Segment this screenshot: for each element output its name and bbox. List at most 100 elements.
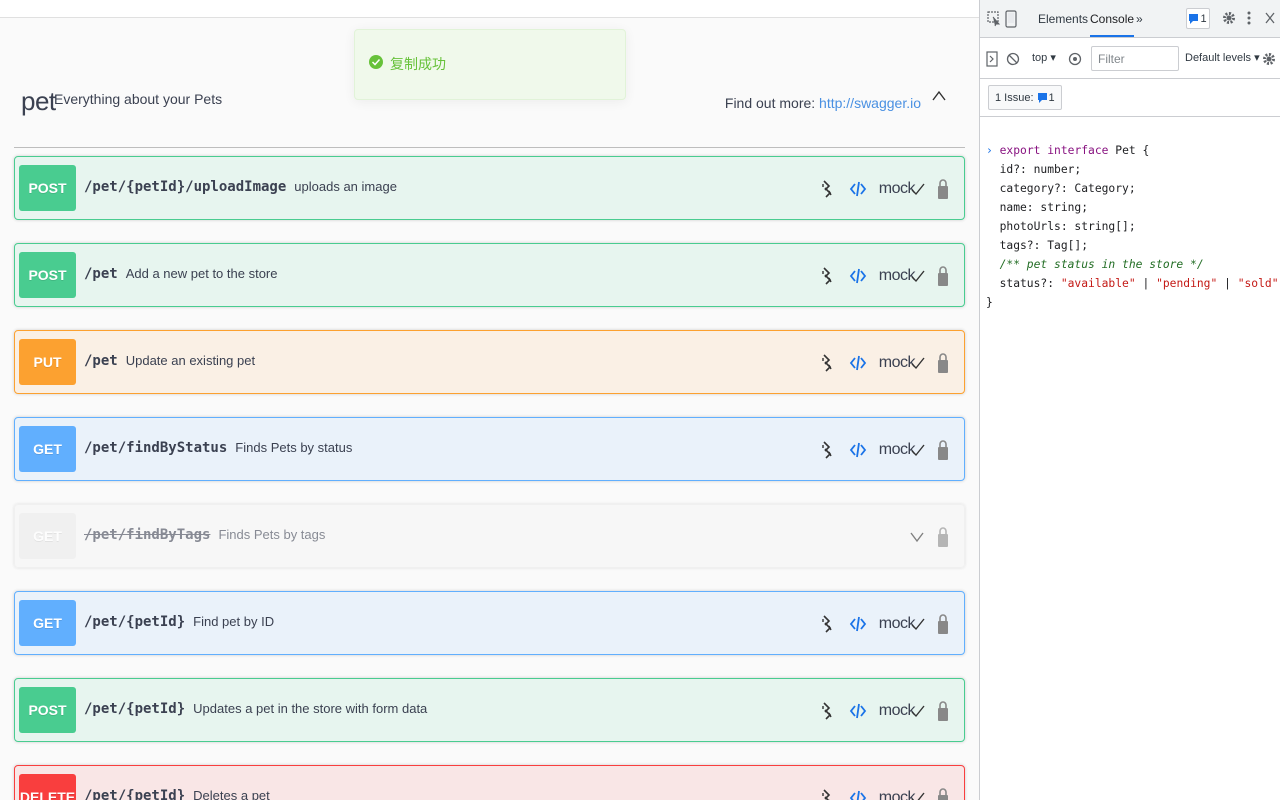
- console-line: name: string;: [986, 201, 1089, 214]
- path-text: /pet: [84, 266, 118, 282]
- settings-gear-icon[interactable]: [1222, 11, 1236, 25]
- method-badge: PUT: [19, 339, 76, 385]
- more-tabs-button[interactable]: »: [1136, 12, 1143, 26]
- operation-find-by-tags[interactable]: GET /pet/findByTags Finds Pets by tags: [14, 504, 965, 568]
- issues-badge-count: 1: [1048, 91, 1055, 104]
- mock-check-icon[interactable]: [911, 704, 925, 718]
- code-icon[interactable]: [847, 264, 869, 288]
- console-toolbar: top ▾ Filter Default levels ▾: [980, 39, 1280, 79]
- swagger-panel: pet Everything about your Pets Find out …: [0, 0, 980, 800]
- console-settings-gear-icon[interactable]: [1262, 52, 1276, 66]
- issues-button[interactable]: 1 Issue: 1: [988, 85, 1062, 110]
- mock-label[interactable]: mock: [879, 441, 916, 459]
- tab-console[interactable]: Console: [1090, 12, 1135, 37]
- issues-counter-button[interactable]: 1: [1186, 8, 1210, 29]
- log-levels-dropdown[interactable]: Default levels ▾: [1185, 51, 1260, 64]
- copy-link-icon[interactable]: [816, 177, 838, 201]
- copy-link-icon[interactable]: [816, 264, 838, 288]
- path-text: /pet/{petId}: [84, 788, 186, 800]
- code-icon[interactable]: [847, 177, 869, 201]
- code-icon[interactable]: [847, 699, 869, 723]
- console-line: /** pet status in the store */: [986, 258, 1204, 271]
- lock-icon[interactable]: [932, 786, 954, 800]
- context-value: top: [1032, 52, 1048, 64]
- lock-icon[interactable]: [932, 264, 954, 288]
- live-expression-eye-icon[interactable]: [1068, 52, 1082, 66]
- path-text: /pet: [84, 353, 118, 369]
- operation-get-pet-by-id[interactable]: GET /pet/{petId} Find pet by ID mock: [14, 591, 965, 655]
- copy-link-icon[interactable]: [816, 786, 838, 800]
- success-toast: 复制成功: [354, 29, 626, 100]
- devtools-tab-bar: Elements Console » 1: [980, 0, 1280, 38]
- copy-link-icon[interactable]: [816, 699, 838, 723]
- mock-label[interactable]: mock: [879, 180, 916, 198]
- operation-actions: mock: [807, 697, 954, 725]
- operation-update-pet[interactable]: PUT /pet Update an existing pet mock: [14, 330, 965, 394]
- code-icon[interactable]: [847, 351, 869, 375]
- tab-elements[interactable]: Elements: [1038, 12, 1088, 26]
- code-icon[interactable]: [847, 786, 869, 800]
- code-icon[interactable]: [847, 612, 869, 636]
- operation-path: /pet Update an existing pet: [84, 353, 255, 369]
- operation-update-pet-form[interactable]: POST /pet/{petId} Updates a pet in the st…: [14, 678, 965, 742]
- mock-label[interactable]: mock: [879, 702, 916, 720]
- console-line: tags?: Tag[];: [986, 239, 1089, 252]
- path-text: /pet/{petId}/uploadImage: [84, 179, 287, 195]
- operation-summary: Add a new pet to the store: [125, 266, 278, 281]
- method-badge: POST: [19, 252, 76, 298]
- context-selector[interactable]: top ▾: [1032, 51, 1056, 64]
- operation-summary: Update an existing pet: [125, 353, 256, 368]
- console-line: › export interface Pet {: [986, 144, 1150, 157]
- mock-check-icon[interactable]: [911, 791, 925, 800]
- copy-link-icon[interactable]: [816, 438, 838, 462]
- path-text: /pet/findByStatus: [84, 440, 228, 456]
- operation-summary: Finds Pets by status: [235, 440, 353, 455]
- mock-label[interactable]: mock: [879, 615, 916, 633]
- filter-input[interactable]: Filter: [1091, 46, 1179, 71]
- mock-check-icon[interactable]: [911, 443, 925, 457]
- mock-label[interactable]: mock: [879, 789, 916, 800]
- operation-delete-pet[interactable]: DELETE /pet/{petId} Deletes a pet mock: [14, 765, 965, 800]
- lock-icon[interactable]: [932, 612, 954, 636]
- operation-path: /pet/{petId}/uploadImage uploads an image: [84, 179, 397, 195]
- close-icon[interactable]: [1265, 12, 1275, 24]
- mock-label[interactable]: mock: [879, 354, 916, 372]
- mock-check-icon[interactable]: [911, 356, 925, 370]
- copy-link-icon[interactable]: [816, 612, 838, 636]
- operation-upload-image[interactable]: POST /pet/{petId}/uploadImage uploads an …: [14, 156, 965, 220]
- sidebar-toggle-icon[interactable]: [986, 51, 998, 67]
- clear-console-icon[interactable]: [1006, 52, 1020, 66]
- message-icon: [1189, 13, 1199, 24]
- lock-icon[interactable]: [932, 351, 954, 375]
- console-line: id?: number;: [986, 163, 1082, 176]
- operation-add-pet[interactable]: POST /pet Add a new pet to the store mock: [14, 243, 965, 307]
- lock-icon[interactable]: [932, 699, 954, 723]
- swagger-link[interactable]: http://swagger.io: [819, 95, 921, 111]
- copy-link-icon[interactable]: [816, 351, 838, 375]
- operation-summary: Updates a pet in the store with form dat…: [193, 701, 428, 716]
- operation-actions: mock: [807, 784, 954, 800]
- console-line: category?: Category;: [986, 182, 1136, 195]
- device-toolbar-icon[interactable]: [1005, 10, 1017, 28]
- operation-find-by-status[interactable]: GET /pet/findByStatus Finds Pets by statu…: [14, 417, 965, 481]
- console-line: }: [986, 296, 993, 309]
- mock-label[interactable]: mock: [879, 267, 916, 285]
- lock-icon[interactable]: [932, 438, 954, 462]
- mock-check-icon[interactable]: [911, 269, 925, 283]
- expand-chevron-down-icon[interactable]: [909, 529, 925, 545]
- issues-badge: 1: [1037, 91, 1055, 104]
- console-output: › export interface Pet { id?: number; ca…: [980, 118, 1280, 331]
- code-icon[interactable]: [847, 438, 869, 462]
- method-badge: DELETE: [19, 774, 76, 800]
- operation-path: /pet/findByTags Finds Pets by tags: [84, 527, 325, 543]
- inspect-element-icon[interactable]: [987, 11, 1001, 27]
- mock-check-icon[interactable]: [911, 617, 925, 631]
- mock-check-icon[interactable]: [911, 182, 925, 196]
- operation-summary: Find pet by ID: [193, 614, 275, 629]
- lock-icon[interactable]: [932, 177, 954, 201]
- collapse-chevron-up-icon[interactable]: [931, 88, 947, 104]
- expand-arrow-icon[interactable]: ›: [986, 144, 993, 157]
- more-options-icon[interactable]: [1247, 10, 1251, 26]
- toast-message: 复制成功: [390, 56, 446, 72]
- lock-icon[interactable]: [932, 525, 954, 549]
